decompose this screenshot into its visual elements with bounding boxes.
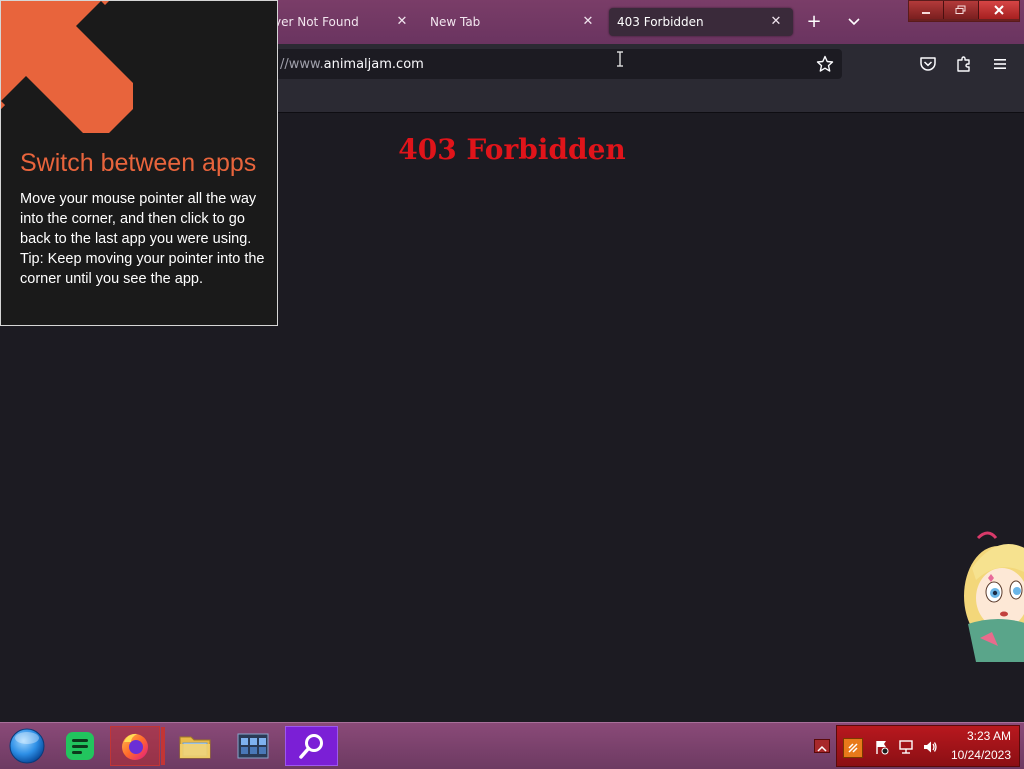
flag-icon (876, 741, 889, 755)
start-orb-icon (9, 728, 45, 764)
pocket-button[interactable] (917, 53, 939, 75)
text-cursor-icon (617, 51, 623, 67)
chevron-down-icon (848, 18, 860, 26)
corner-arrow-icon (1, 1, 141, 141)
taskbar-divider (161, 727, 165, 765)
hamburger-menu-icon (994, 59, 1006, 69)
tab-label: ver Not Found (274, 15, 359, 29)
taskbar-notes-app[interactable] (55, 726, 105, 766)
search-icon (298, 734, 323, 759)
taskbar-firefox[interactable] (110, 726, 160, 766)
window-controls (908, 0, 1020, 22)
close-tab-icon[interactable]: ✕ (766, 12, 786, 32)
list-all-tabs-button[interactable] (842, 10, 866, 34)
folder-icon (179, 736, 211, 759)
star-icon (816, 55, 834, 72)
tip-title: Switch between apps (20, 149, 257, 177)
tip-text: Move your mouse pointer all the way into… (20, 191, 257, 247)
extensions-button[interactable] (953, 53, 975, 75)
puzzle-icon (957, 56, 970, 72)
minimize-button[interactable] (909, 1, 943, 19)
new-tab-button[interactable]: + (802, 10, 826, 34)
chevron-up-icon (817, 745, 827, 752)
switch-apps-tip: Switch between apps Move your mouse poin… (0, 0, 278, 326)
close-tab-icon[interactable]: ✕ (392, 12, 412, 32)
network-icon (899, 740, 913, 754)
cartoon-mascot-icon (964, 531, 1024, 662)
minimize-icon (922, 12, 930, 14)
taskbar-file-explorer[interactable] (170, 726, 220, 766)
taskbar-window-switcher[interactable] (228, 726, 278, 766)
clock-date[interactable]: 10/24/2023 (951, 748, 1011, 762)
clock-time[interactable]: 3:23 AM (967, 729, 1011, 743)
show-hidden-icons-button[interactable] (814, 739, 830, 753)
system-tray: 3:23 AM 10/24/2023 (836, 725, 1020, 767)
windows-grid-icon (237, 733, 269, 759)
url-prefix: //www. (280, 56, 324, 72)
tab-label: New Tab (430, 15, 481, 29)
action-center-button[interactable] (873, 738, 891, 756)
restore-icon (955, 5, 966, 14)
restore-button[interactable] (943, 1, 978, 19)
close-tab-icon[interactable]: ✕ (578, 12, 598, 32)
bookmark-star-button[interactable] (814, 53, 836, 75)
menu-button[interactable] (989, 53, 1011, 75)
tray-app-button[interactable] (843, 738, 863, 758)
url-bar[interactable]: //www.animaljam.com (268, 49, 842, 79)
tip-body: Move your mouse pointer all the way into… (20, 189, 270, 289)
pocket-icon (920, 57, 936, 71)
taskbar-search-app[interactable] (285, 726, 338, 766)
tray-app-icon (848, 743, 858, 753)
tab-server-not-found[interactable]: ver Not Found ✕ (274, 8, 414, 36)
tab-new-tab[interactable]: New Tab ✕ (430, 8, 600, 36)
url-domain: animaljam.com (323, 56, 424, 72)
url-text[interactable]: //www.animaljam.com (268, 57, 424, 72)
close-icon (994, 5, 1004, 15)
tab-label: 403 Forbidden (617, 15, 704, 29)
speaker-icon (924, 741, 937, 753)
volume-button[interactable] (921, 738, 939, 756)
tip-hint: Tip: Keep moving your pointer into the c… (20, 251, 265, 287)
chat-lines-icon (66, 732, 94, 760)
taskbar: 3:23 AM 10/24/2023 (0, 722, 1024, 769)
network-button[interactable] (897, 738, 915, 756)
tab-403-forbidden[interactable]: 403 Forbidden ✕ (609, 8, 793, 36)
start-button[interactable] (2, 726, 52, 766)
close-window-button[interactable] (978, 1, 1019, 19)
firefox-icon (122, 733, 148, 760)
